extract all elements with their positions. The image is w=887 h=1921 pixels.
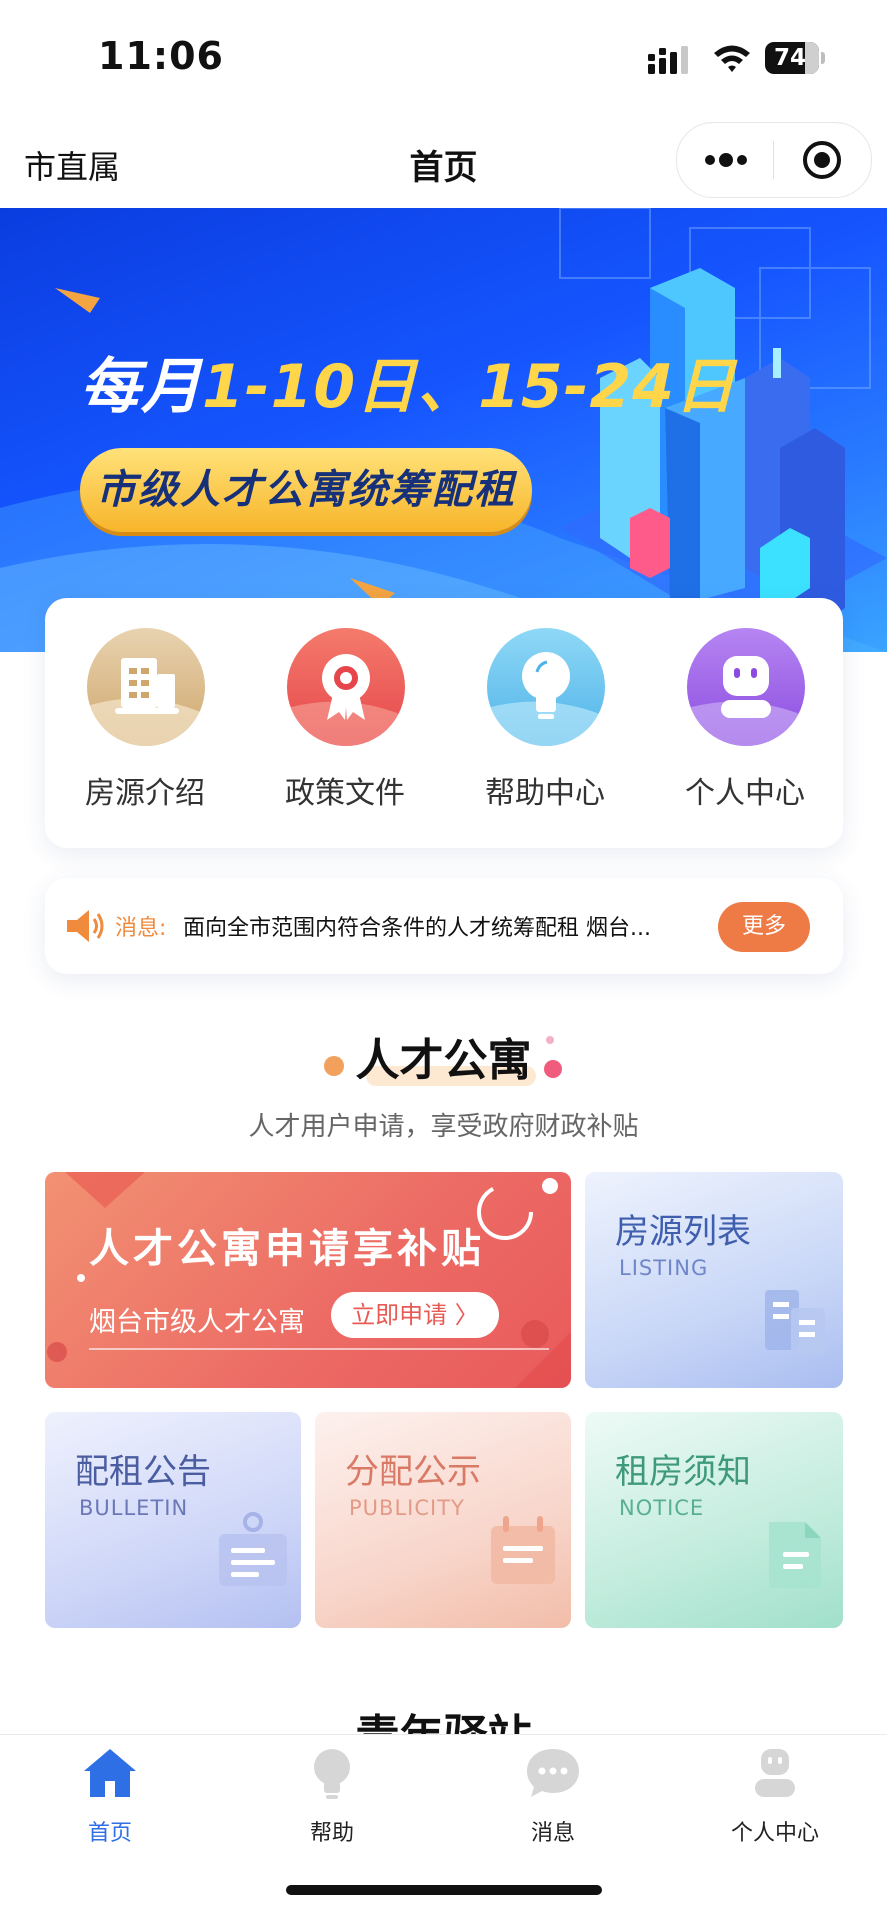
promo-title: 人才公寓申请享补贴 (89, 1226, 485, 1272)
tab-home[interactable]: 首页 (35, 1745, 185, 1855)
quick-menu-card: 房源介绍 政策文件 帮助中心 个人中心 (45, 598, 843, 848)
quick-label-help: 帮助中心 (485, 776, 605, 811)
user-icon (755, 1749, 795, 1797)
tab-label: 消息 (530, 1821, 575, 1846)
tile-title: 房源列表 (615, 1212, 751, 1252)
status-bar: 11:06 74 (0, 0, 887, 118)
quick-item-profile[interactable]: 个人中心 (645, 628, 845, 828)
award-ribbon-icon (287, 628, 405, 746)
tile-subtitle: BULLETIN (79, 1496, 189, 1520)
hero-banner[interactable]: 每月1-10日、15-24日 市级人才公寓统筹配租 (0, 208, 887, 652)
quick-item-policy[interactable]: 政策文件 (245, 628, 445, 828)
tile-listing[interactable]: 房源列表 LISTING (585, 1172, 843, 1388)
promo-subtitle: 烟台市级人才公寓 (89, 1307, 305, 1338)
tile-subtitle: LISTING (619, 1256, 709, 1280)
apply-now-button[interactable]: 立即申请 〉 (331, 1292, 499, 1338)
lightbulb-icon (314, 1749, 350, 1799)
notice-label: 消息: (115, 916, 167, 941)
tile-bulletin[interactable]: 配租公告 BULLETIN (45, 1412, 301, 1628)
speaker-icon (67, 910, 104, 942)
buildings-icon (765, 1290, 825, 1354)
tile-title: 配租公告 (75, 1452, 211, 1492)
banner-pill: 市级人才公寓统筹配租 (80, 448, 532, 532)
wifi-icon (714, 45, 750, 72)
promo-decoration (47, 1172, 571, 1388)
nav-bar: 市直属 首页 (0, 118, 887, 209)
section-title: 人才公寓 (355, 1035, 532, 1086)
home-icon (84, 1749, 136, 1797)
quick-item-housing[interactable]: 房源介绍 (45, 628, 245, 828)
capsule-divider (773, 141, 774, 179)
tile-notice[interactable]: 租房须知 NOTICE (585, 1412, 843, 1628)
cellular-signal-icon (648, 46, 688, 74)
section-heading: 人才公寓 (0, 1024, 887, 1094)
notice-text[interactable]: 面向全市范围内符合条件的人才统筹配租 烟台... (183, 910, 713, 942)
document-icon (769, 1522, 821, 1588)
battery-level: 74 (773, 45, 806, 71)
building-icon (87, 628, 205, 746)
miniprogram-capsule (676, 122, 872, 198)
robot-user-icon (687, 628, 805, 746)
tile-subtitle: PUBLICITY (349, 1496, 465, 1520)
tab-messages[interactable]: 消息 (478, 1745, 628, 1855)
banner-background-art (0, 208, 887, 652)
more-options-icon[interactable] (703, 145, 749, 175)
banner-headline-prefix: 每月 (80, 352, 202, 422)
tile-publicity[interactable]: 分配公示 PUBLICITY (315, 1412, 571, 1628)
calendar-icon (491, 1516, 555, 1584)
tab-label: 首页 (87, 1821, 132, 1846)
section-subtitle: 人才用户申请，享受政府财政补贴 (248, 1112, 639, 1142)
battery-icon: 74 (765, 42, 825, 74)
close-miniprogram-icon[interactable] (801, 139, 843, 181)
tile-subtitle: NOTICE (619, 1496, 705, 1520)
quick-label-housing: 房源介绍 (85, 776, 205, 811)
quick-item-help[interactable]: 帮助中心 (445, 628, 645, 828)
notice-more-button[interactable]: 更多 (718, 902, 810, 952)
status-time: 11:06 (98, 34, 224, 78)
notice-bar[interactable]: 消息: 面向全市范围内符合条件的人才统筹配租 烟台... 更多 (45, 878, 843, 974)
lightbulb-icon (487, 628, 605, 746)
tab-profile[interactable]: 个人中心 (700, 1745, 850, 1855)
home-indicator (286, 1885, 602, 1895)
promo-divider (89, 1348, 549, 1350)
tile-title: 租房须知 (615, 1452, 751, 1492)
chat-bubble-icon (527, 1749, 579, 1797)
tab-label: 个人中心 (730, 1821, 819, 1846)
banner-headline-dates: 1-10日、15-24日 (202, 352, 737, 422)
banner-headline: 每月1-10日、15-24日 (80, 338, 736, 425)
tab-bar: 首页 帮助 消息 个人中心 (0, 1734, 887, 1921)
quick-label-profile: 个人中心 (685, 776, 805, 811)
quick-label-policy: 政策文件 (285, 776, 405, 811)
tile-title: 分配公示 (345, 1452, 481, 1492)
notice-board-icon (219, 1512, 287, 1586)
tab-label: 帮助 (309, 1821, 354, 1846)
tab-help[interactable]: 帮助 (257, 1745, 407, 1855)
banner-pill-text: 市级人才公寓统筹配租 (96, 467, 516, 513)
apply-subsidy-banner[interactable]: 人才公寓申请享补贴 烟台市级人才公寓 立即申请 〉 (45, 1172, 571, 1388)
